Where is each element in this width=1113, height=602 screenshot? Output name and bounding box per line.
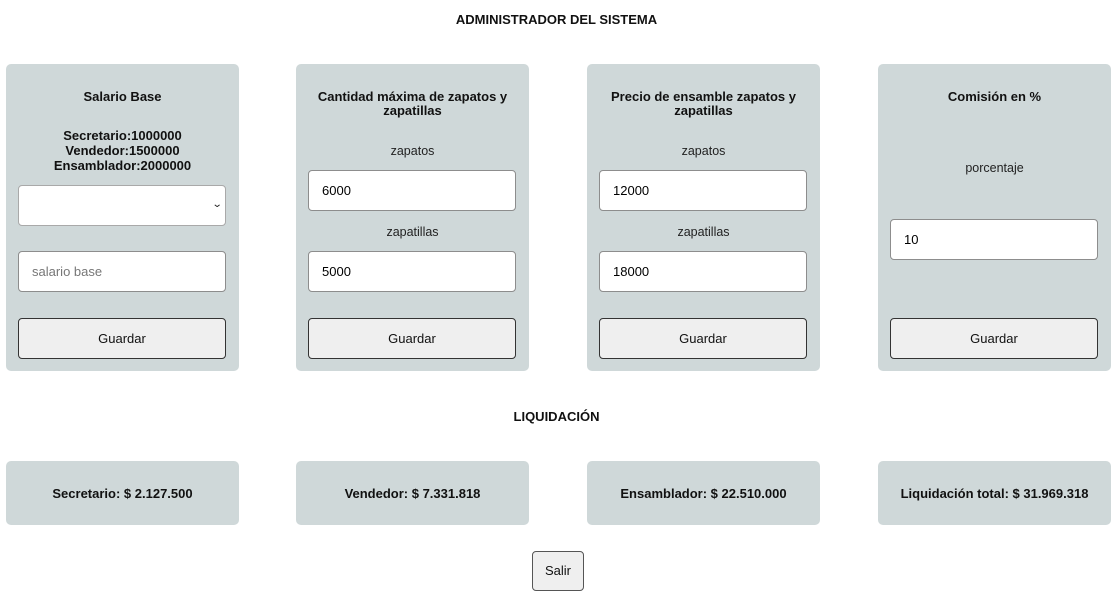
salary-info-assembler: Ensamblador:2000000 [53, 158, 192, 173]
save-commission-button[interactable]: Guardar [890, 318, 1098, 359]
max-quantity-card: Cantidad máxima de zapatos y zapatillas … [296, 64, 529, 371]
liquidation-seller: Vendedor: $ 7.331.818 [296, 461, 529, 525]
max-quantity-title: Cantidad máxima de zapatos y zapatillas [317, 89, 508, 118]
salary-info-seller: Vendedor:1500000 [65, 143, 180, 158]
assembly-price-title: Precio de ensamble zapatos y zapatillas [611, 89, 796, 118]
max-sneakers-input[interactable] [308, 251, 516, 292]
liquidation-total: Liquidación total: $ 31.969.318 [878, 461, 1111, 525]
save-assembly-price-button[interactable]: Guardar [599, 318, 807, 359]
salary-base-input[interactable] [18, 251, 226, 292]
commission-card: Comisión en % porcentaje Guardar [878, 64, 1111, 371]
liquidation-assembler: Ensamblador: $ 22.510.000 [587, 461, 820, 525]
price-shoes-label: zapatos [681, 144, 726, 158]
price-sneakers-input[interactable] [599, 251, 807, 292]
max-shoes-input[interactable] [308, 170, 516, 211]
page-title: ADMINISTRADOR DEL SISTEMA [455, 12, 658, 27]
salary-info-list: Secretario:1000000 Vendedor:1500000 Ensa… [16, 128, 229, 173]
liquidation-secretary: Secretario: $ 2.127.500 [6, 461, 239, 525]
max-shoes-label: zapatos [390, 144, 435, 158]
exit-button[interactable]: Salir [532, 551, 584, 591]
save-max-quantity-button[interactable]: Guardar [308, 318, 516, 359]
salary-info-secretary: Secretario:1000000 [63, 128, 182, 143]
liquidation-title: LIQUIDACIÓN [513, 409, 600, 424]
commission-input[interactable] [890, 219, 1098, 260]
liquidation-assembler-text: Ensamblador: $ 22.510.000 [620, 485, 787, 501]
commission-title: Comisión en % [947, 89, 1042, 104]
price-shoes-input[interactable] [599, 170, 807, 211]
liquidation-seller-text: Vendedor: $ 7.331.818 [344, 485, 481, 501]
max-sneakers-label: zapatillas [386, 225, 439, 239]
role-select[interactable]: ⌄ [18, 185, 226, 226]
assembly-price-card: Precio de ensamble zapatos y zapatillas … [587, 64, 820, 371]
salary-base-card: Salario Base Secretario:1000000 Vendedor… [6, 64, 239, 371]
salary-base-title: Salario Base [83, 89, 162, 104]
price-sneakers-label: zapatillas [677, 225, 730, 239]
liquidation-total-text: Liquidación total: $ 31.969.318 [900, 485, 1089, 501]
liquidation-secretary-text: Secretario: $ 2.127.500 [52, 485, 193, 501]
save-salary-button[interactable]: Guardar [18, 318, 226, 359]
chevron-down-icon: ⌄ [211, 199, 223, 210]
commission-label: porcentaje [965, 161, 1024, 175]
